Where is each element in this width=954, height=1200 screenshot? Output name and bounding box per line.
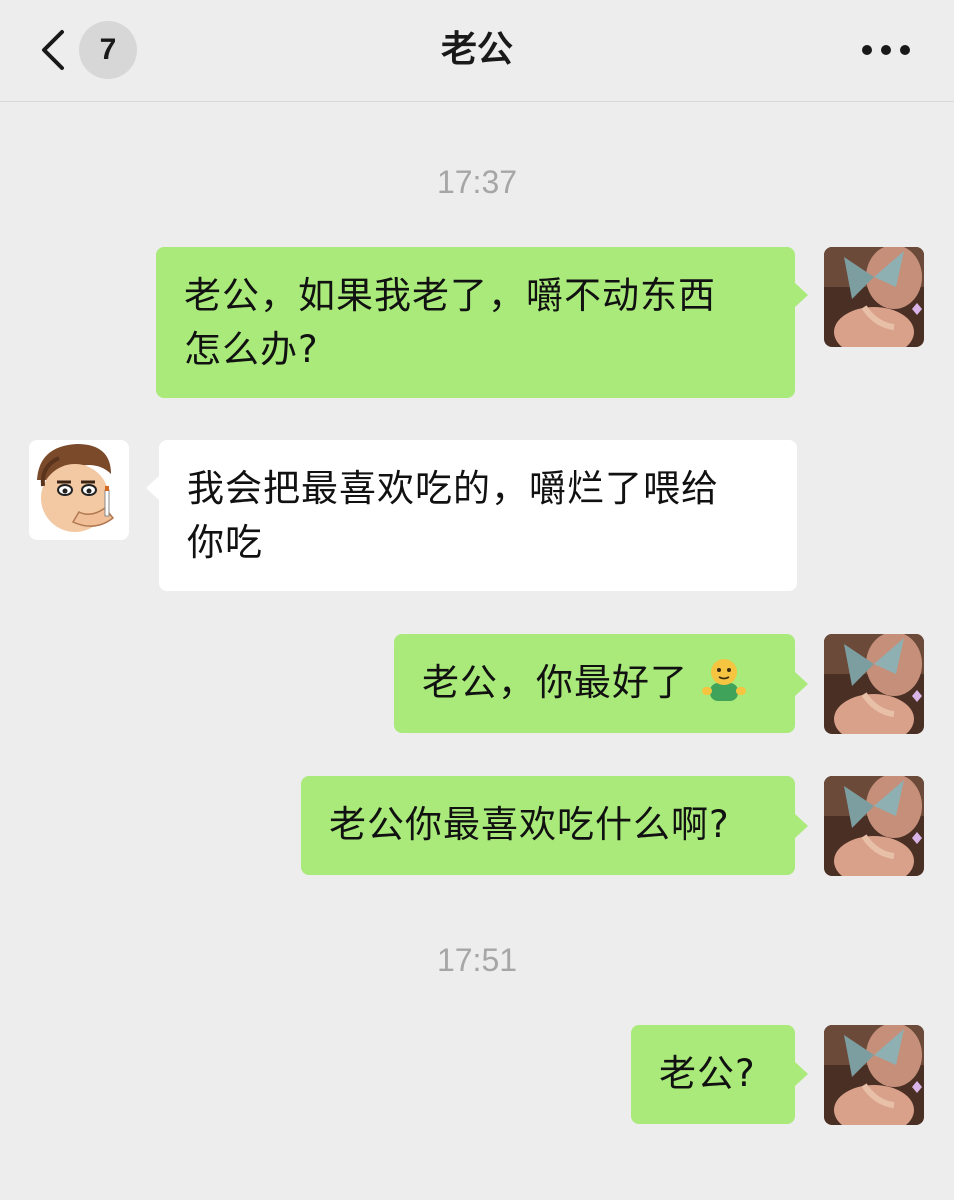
message-text: 老公你最喜欢吃什么啊? [329,803,730,846]
message-text: 老公，你最好了 [422,661,688,704]
self-avatar[interactable] [824,247,924,347]
smiling-figure-emoji [701,659,746,701]
cartoon-man-avatar [29,440,129,540]
timestamp: 17:37 [436,164,518,200]
more-button[interactable] [860,40,912,60]
butterfly-girl-avatar [824,634,924,734]
more-dots-icon [862,45,910,55]
partner-avatar[interactable] [29,440,129,540]
butterfly-girl-avatar [824,1025,924,1125]
received-message-bubble[interactable]: 我会把最喜欢吃的，嚼烂了喂给 你吃 [159,440,797,591]
bubble-tail [795,1062,808,1086]
page-title: 老公 [440,29,513,70]
butterfly-girl-avatar [824,247,924,347]
message-text: 老公? [659,1052,756,1095]
butterfly-girl-avatar [824,776,924,876]
bubble-tail [795,672,808,696]
message-text: 怎么办? [184,328,319,371]
self-avatar[interactable] [824,776,924,876]
timestamp: 17:51 [436,942,518,978]
message-text: 老公，如果我老了，嚼不动东西 [184,274,716,317]
message-text: 我会把最喜欢吃的，嚼烂了喂给 [187,467,719,510]
bubble-tail [795,814,808,838]
sent-message-bubble[interactable]: 老公，如果我老了，嚼不动东西 怎么办? [156,247,795,398]
bubble-tail [146,476,159,500]
self-avatar[interactable] [824,634,924,734]
message-text: 你吃 [187,521,263,564]
nav-bar: 7 老公 [0,0,954,102]
chat-screen: 7 老公 17:37 老公，如果我老了，嚼不动东西 怎么办? 我会把最喜欢吃的，… [0,0,954,1200]
sent-message-bubble[interactable]: 老公你最喜欢吃什么啊? [301,776,795,875]
sent-message-bubble[interactable]: 老公? [631,1025,795,1124]
sent-message-bubble[interactable]: 老公，你最好了 [394,634,795,733]
bubble-tail [795,283,808,307]
self-avatar[interactable] [824,1025,924,1125]
